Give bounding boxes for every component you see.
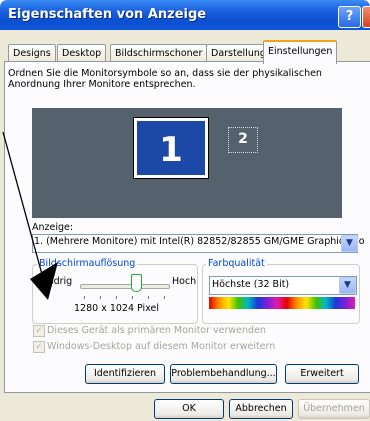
- window-title: Eigenschaften von Anzeige: [8, 7, 207, 22]
- display-label: Anzeige:: [32, 222, 74, 233]
- resolution-value: 1280 x 1024 Pixel: [74, 303, 160, 314]
- color-quality-legend: Farbqualität: [206, 258, 267, 269]
- slider-tick: [164, 296, 165, 299]
- monitor-1[interactable]: 1: [133, 117, 209, 179]
- apply-button[interactable]: Übernehmen: [298, 399, 370, 419]
- tab-desktop[interactable]: Desktop: [57, 44, 107, 62]
- resolution-group: [32, 264, 198, 324]
- slider-tick: [100, 296, 101, 299]
- tab-screensaver[interactable]: Bildschirmschoner: [110, 44, 208, 62]
- primary-monitor-label: Dieses Gerät als primären Monitor verwen…: [47, 325, 266, 336]
- chevron-down-icon[interactable]: ▼: [339, 277, 356, 294]
- tab-appearance[interactable]: Darstellung: [206, 44, 271, 62]
- extend-desktop-label: Windows-Desktop auf diesem Monitor erwei…: [47, 341, 276, 352]
- tab-settings[interactable]: Einstellungen: [263, 40, 338, 64]
- resolution-high-label: Hoch: [172, 276, 197, 287]
- chevron-down-icon[interactable]: ▼: [341, 235, 358, 252]
- color-quality-value: Höchste (32 Bit): [212, 279, 290, 290]
- color-spectrum-bar: [209, 297, 355, 309]
- resolution-slider-thumb[interactable]: [131, 274, 143, 292]
- monitor-2[interactable]: 2: [228, 127, 258, 153]
- primary-monitor-checkbox[interactable]: ✓: [33, 325, 45, 337]
- resolution-low-label: Niedrig: [38, 276, 73, 287]
- resolution-legend: Bildschirmauflösung: [37, 258, 138, 269]
- slider-tick: [132, 296, 133, 299]
- tab-designs[interactable]: Designs: [8, 44, 56, 62]
- close-button[interactable]: ✕: [362, 6, 370, 28]
- troubleshoot-button[interactable]: Problembehandlung...: [170, 364, 277, 384]
- display-select-value: 1. (Mehrere Monitore) mit Intel(R) 82852…: [34, 236, 365, 247]
- help-button[interactable]: ?: [338, 6, 361, 28]
- cancel-button[interactable]: Abbrechen: [229, 399, 293, 419]
- identify-button[interactable]: Identifizieren: [85, 364, 165, 384]
- slider-tick: [148, 296, 149, 299]
- resolution-slider-track[interactable]: [80, 284, 170, 289]
- monitor-1-number: 1: [137, 121, 205, 175]
- extend-desktop-checkbox[interactable]: ✓: [33, 341, 45, 353]
- slider-tick: [116, 296, 117, 299]
- instructions-text: Ordnen Sie die Monitorsymbole so an, das…: [8, 68, 322, 90]
- advanced-button[interactable]: Erweitert: [285, 364, 359, 384]
- ok-button[interactable]: OK: [154, 399, 224, 419]
- slider-tick: [84, 296, 85, 299]
